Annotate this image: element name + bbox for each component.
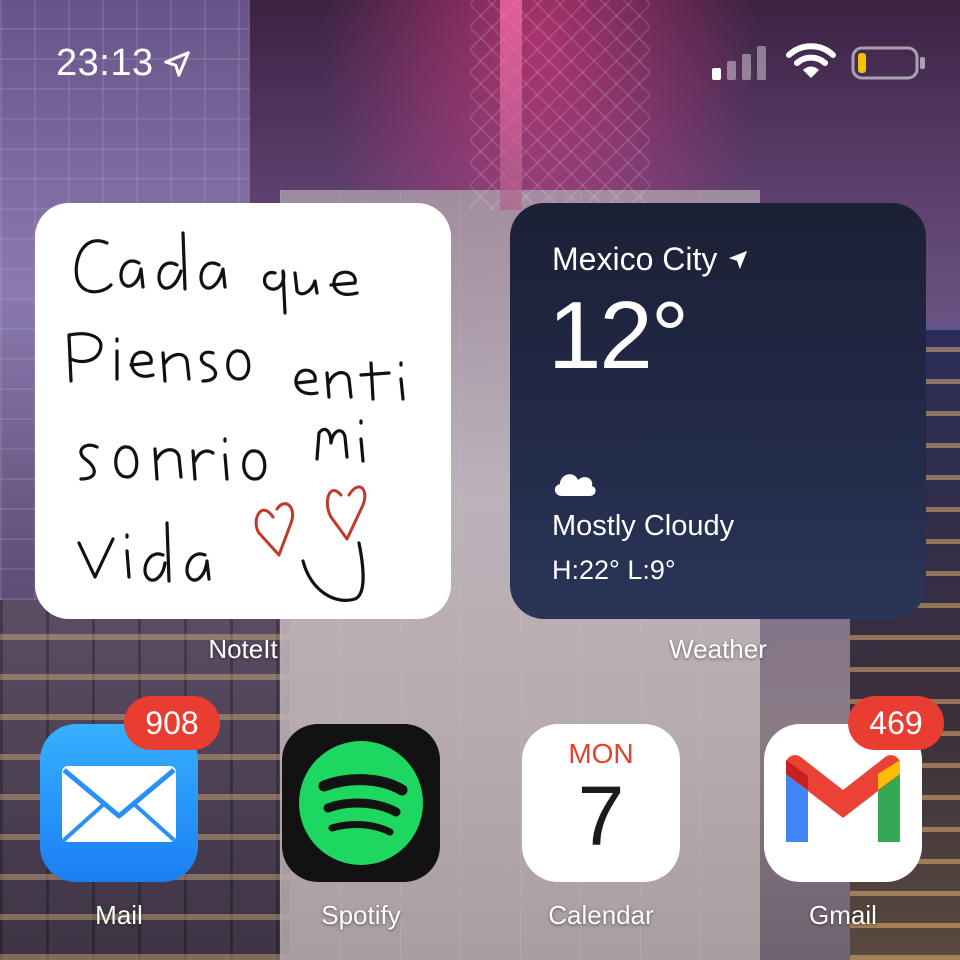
weather-city: Mexico City [552,241,749,278]
calendar-app-face: MON 7 [522,724,680,882]
gmail-unread-badge: 469 [848,696,944,750]
calendar-app-icon[interactable]: MON 7 Calendar [522,724,680,930]
location-arrow-icon [163,50,190,77]
location-arrow-icon [729,250,748,269]
spotify-app-face [282,724,440,882]
calendar-app-label: Calendar [548,900,654,930]
noteit-widget-label: NoteIt [208,634,278,664]
mail-app-icon[interactable]: 908 Mail [40,696,220,930]
noteit-widget[interactable] [35,203,451,619]
status-bar: 23:13 [0,0,960,130]
cloud-icon [554,474,596,496]
battery-icon [851,46,925,80]
status-time: 23:13 [56,42,192,85]
signal-icon [712,46,766,80]
status-time-text: 23:13 [56,42,154,84]
weather-widget[interactable]: Mexico City 12° Mostly Cloudy H:22° L:9° [510,203,926,619]
calendar-weekday: MON [568,738,634,769]
weather-widget-label: Weather [669,634,767,664]
calendar-day: 7 [577,769,625,863]
mail-app-label: Mail [95,900,143,930]
gmail-app-label: Gmail [809,900,877,930]
weather-high-low: H:22° L:9° [552,555,676,585]
weather-condition: Mostly Cloudy [552,510,735,542]
spotify-app-icon[interactable]: Spotify [282,724,440,930]
handwritten-note [67,231,405,602]
mail-unread-badge: 908 [124,696,220,750]
weather-temperature: 12° [548,282,689,389]
spotify-icon [299,741,423,865]
gmail-app-icon[interactable]: 469 Gmail [764,696,944,930]
home-screen: 23:13 NoteIt Mexico City 12° Mostly Clou… [0,0,960,960]
spotify-app-label: Spotify [321,900,401,930]
wifi-icon [786,43,836,78]
weather-city-name: Mexico City [552,241,718,277]
